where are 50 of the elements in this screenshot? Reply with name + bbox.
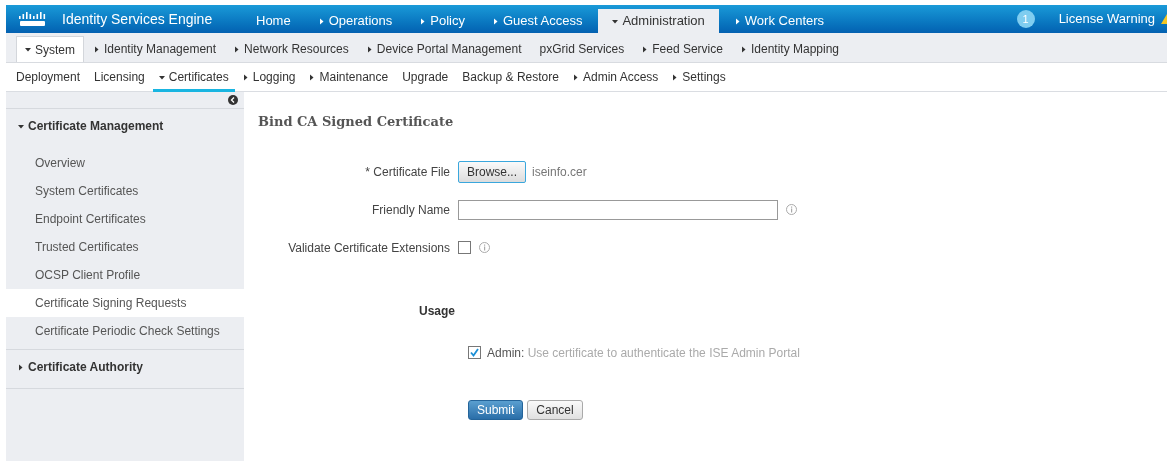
collapse-icon[interactable] [228, 95, 238, 105]
checkbox[interactable] [458, 241, 471, 254]
sidebar-item[interactable]: Overview [6, 149, 244, 177]
field-label: Validate Certificate Extensions [287, 239, 451, 257]
app-title: Identity Services Engine [62, 9, 214, 29]
warning-icon [1161, 13, 1167, 25]
nav-tab[interactable]: Backup & Restore [462, 62, 559, 92]
nav-tab[interactable]: Home [244, 9, 303, 33]
sidebar-item[interactable]: OCSP Client Profile [6, 261, 244, 289]
friendly-name-field[interactable] [458, 199, 778, 220]
sidebar-group[interactable]: Certificate Management [6, 109, 244, 143]
nav-tab[interactable]: Operations [306, 9, 405, 33]
nav-tab[interactable]: Admin Access [572, 62, 659, 92]
form-title: Bind CA Signed Certificate [258, 113, 455, 131]
nav-tab[interactable]: Maintenance [309, 62, 389, 92]
nav-tab[interactable]: Settings [672, 62, 726, 92]
sidebar-item[interactable]: System Certificates [6, 177, 244, 205]
section-heading: Usage [419, 303, 456, 318]
nav-tab[interactable]: Policy [408, 9, 477, 33]
sidebar-item[interactable]: Certificate Signing Requests [6, 289, 244, 317]
nav-tab[interactable]: Network Resources [226, 36, 357, 62]
nav-tab[interactable]: Work Centers [722, 9, 837, 33]
info-icon[interactable] [786, 204, 797, 215]
sidebar-item[interactable]: Trusted Certificates [6, 233, 244, 261]
nav-tab[interactable]: Identity Mapping [732, 36, 847, 62]
nav-tab[interactable]: Identity Management [86, 36, 225, 62]
field-label: Friendly Name [370, 201, 451, 219]
nav-tab[interactable]: Device Portal Management [358, 36, 530, 62]
info-icon[interactable] [479, 242, 490, 253]
nav-tab[interactable]: Logging [242, 62, 296, 92]
form-button[interactable]: Submit [468, 399, 524, 420]
nav-tab[interactable]: System [16, 36, 84, 62]
nav-tab[interactable]: pxGrid Services [531, 36, 633, 62]
nav-tab[interactable]: Licensing [94, 62, 145, 92]
browse-button[interactable]: Browse... [458, 160, 526, 183]
file-name: iseinfo.cer [532, 163, 587, 181]
nav-tab[interactable]: Feed Service [634, 36, 731, 62]
form-button[interactable]: Cancel [527, 399, 583, 420]
sidebar-item[interactable]: Endpoint Certificates [6, 205, 244, 233]
nav-tab[interactable]: Upgrade [402, 62, 449, 92]
nav-tab[interactable]: Guest Access [480, 9, 595, 33]
sidebar-item[interactable]: Certificate Periodic Check Settings [6, 317, 244, 345]
nav-tab[interactable]: Deployment [16, 62, 81, 92]
sidebar-group[interactable]: Certificate Authority [6, 350, 244, 384]
checkbox[interactable] [468, 346, 481, 359]
logo-icon [18, 11, 48, 27]
nav-tab[interactable]: Administration [598, 9, 719, 33]
license-warning-link[interactable]: License Warning [1058, 5, 1155, 33]
checkbox-label: Admin: Use certificate to authenticate the ISE Admin Portal [487, 344, 800, 362]
field-label: * Certificate File [364, 163, 451, 181]
